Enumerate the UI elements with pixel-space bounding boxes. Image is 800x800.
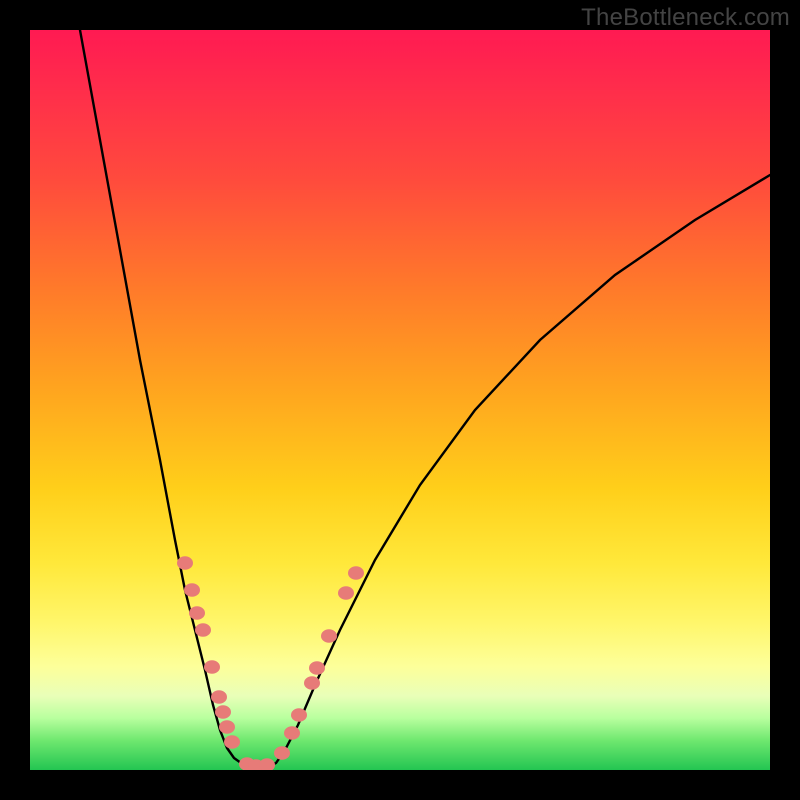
curve-marker — [274, 746, 290, 760]
curve-marker — [177, 556, 193, 570]
curve-marker — [195, 623, 211, 637]
marker-layer — [177, 556, 364, 770]
curve-marker — [348, 566, 364, 580]
curve-marker — [224, 735, 240, 749]
plot-area — [30, 30, 770, 770]
watermark-text: TheBottleneck.com — [581, 4, 790, 32]
curve-marker — [284, 726, 300, 740]
curve-marker — [291, 708, 307, 722]
curve-marker — [338, 586, 354, 600]
curve-marker — [321, 629, 337, 643]
curve-marker — [309, 661, 325, 675]
curve-marker — [219, 720, 235, 734]
curve-marker — [184, 583, 200, 597]
bottleneck-curve — [80, 30, 770, 767]
curve-marker — [211, 690, 227, 704]
curve-marker — [204, 660, 220, 674]
chart-svg — [30, 30, 770, 770]
curve-marker — [189, 606, 205, 620]
curve-marker — [259, 758, 275, 770]
curve-marker — [215, 705, 231, 719]
curve-marker — [304, 676, 320, 690]
chart-frame: TheBottleneck.com — [0, 0, 800, 800]
